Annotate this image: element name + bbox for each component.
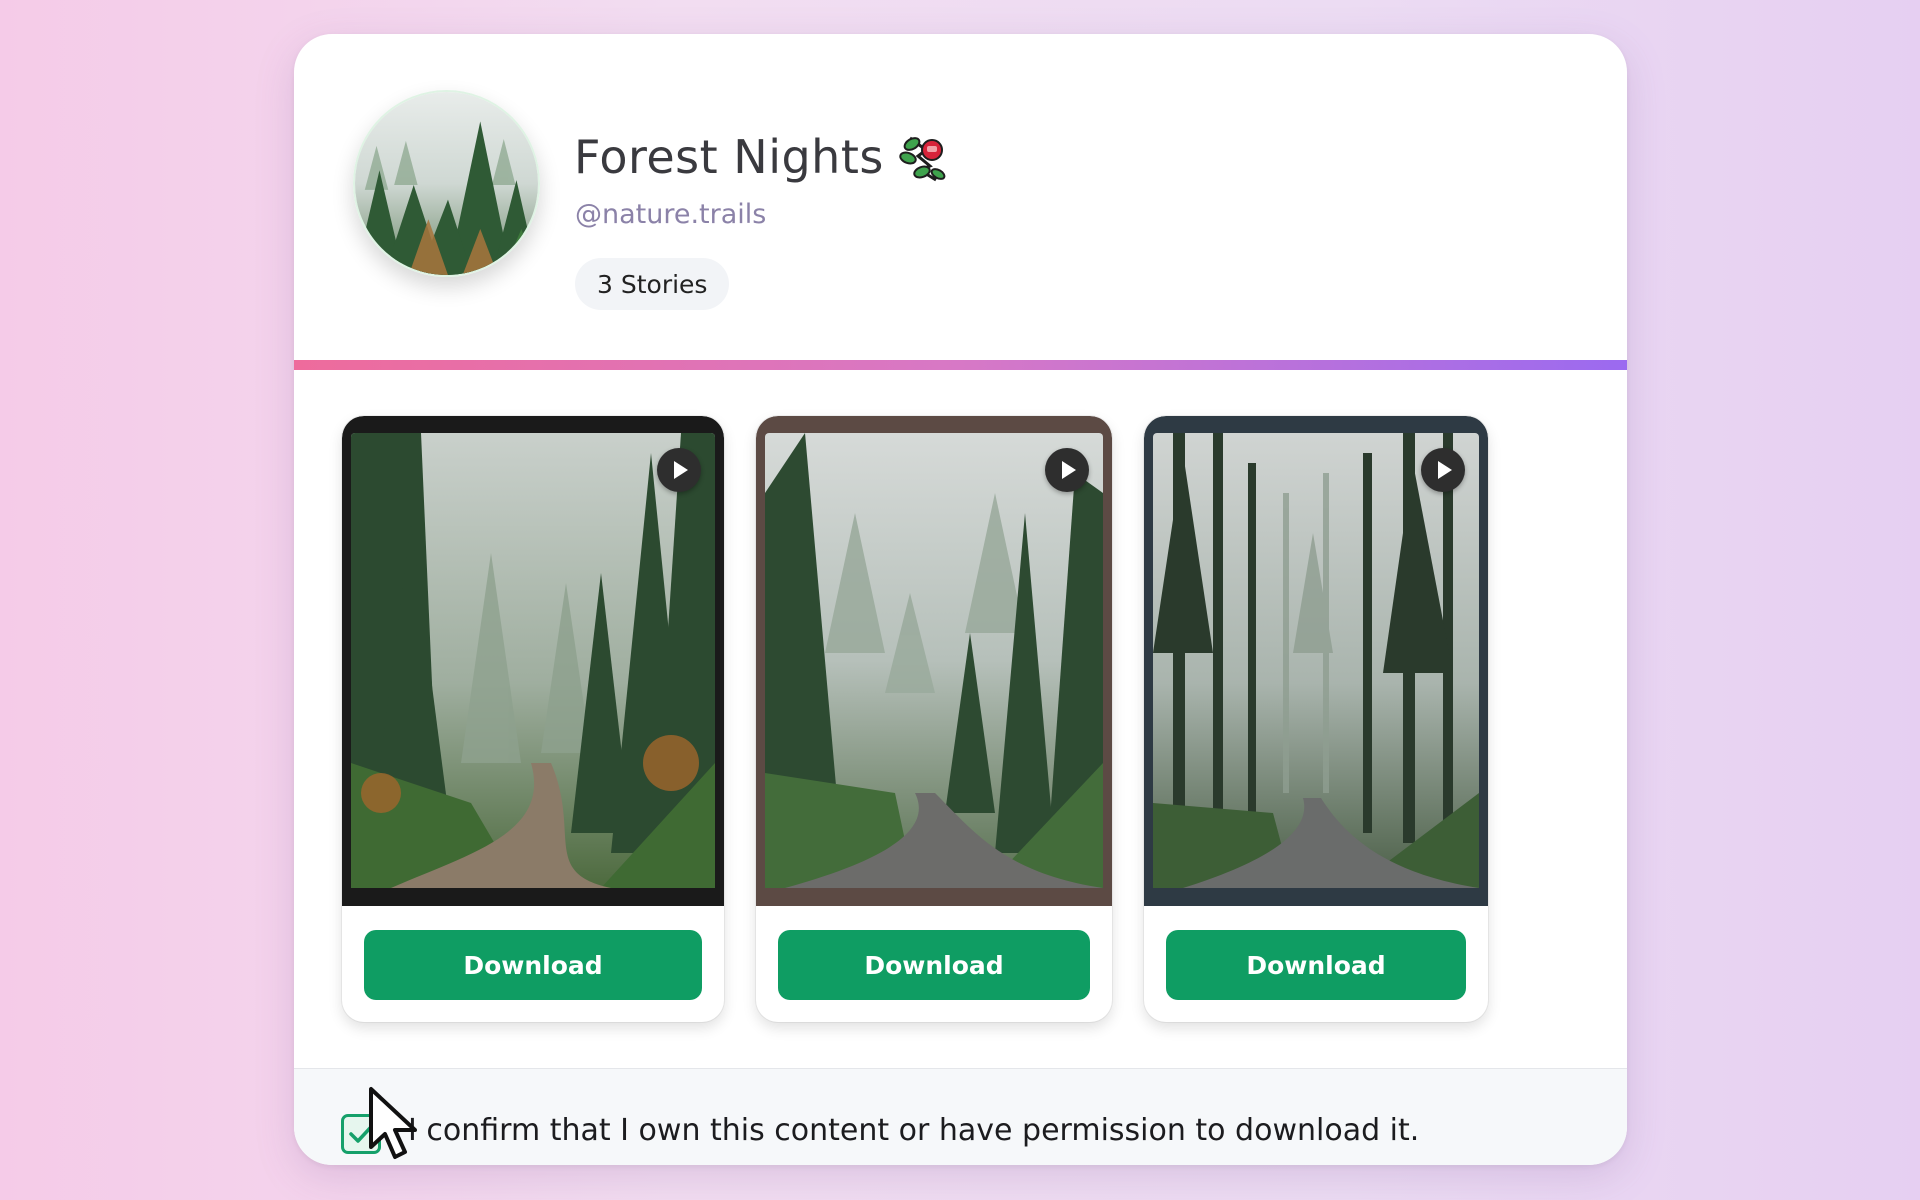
page-title: Forest Nights bbox=[574, 130, 884, 184]
play-icon[interactable] bbox=[1421, 448, 1465, 492]
confirm-label[interactable]: I confirm that I own this content or hav… bbox=[408, 1113, 1419, 1148]
mistletoe-icon bbox=[896, 130, 950, 184]
story-thumbnail[interactable] bbox=[351, 433, 715, 888]
story-card-3: Download bbox=[1144, 416, 1488, 1022]
avatar-forest-image bbox=[355, 92, 538, 275]
profile-handle[interactable]: @nature.trails bbox=[575, 199, 766, 230]
title-row: Forest Nights bbox=[574, 130, 950, 184]
download-button-3[interactable]: Download bbox=[1166, 930, 1466, 1000]
mouse-pointer-icon bbox=[369, 1087, 417, 1159]
download-button-1[interactable]: Download bbox=[364, 930, 702, 1000]
story-card-2: Download bbox=[756, 416, 1112, 1022]
story-thumbnail[interactable] bbox=[765, 433, 1103, 888]
stories-count-badge: 3 Stories bbox=[575, 258, 730, 310]
accent-divider bbox=[294, 360, 1627, 370]
confirmation-bar: I confirm that I own this content or hav… bbox=[294, 1068, 1627, 1165]
profile-card: Forest Nights @nature.trails 3 Stories D… bbox=[294, 34, 1627, 1165]
play-icon[interactable] bbox=[657, 448, 701, 492]
story-thumbnail[interactable] bbox=[1153, 433, 1479, 888]
play-icon[interactable] bbox=[1045, 448, 1089, 492]
avatar[interactable] bbox=[353, 90, 540, 277]
download-button-2[interactable]: Download bbox=[778, 930, 1090, 1000]
profile-header: Forest Nights @nature.trails 3 Stories bbox=[294, 34, 1627, 326]
story-card-1: Download bbox=[342, 416, 724, 1022]
